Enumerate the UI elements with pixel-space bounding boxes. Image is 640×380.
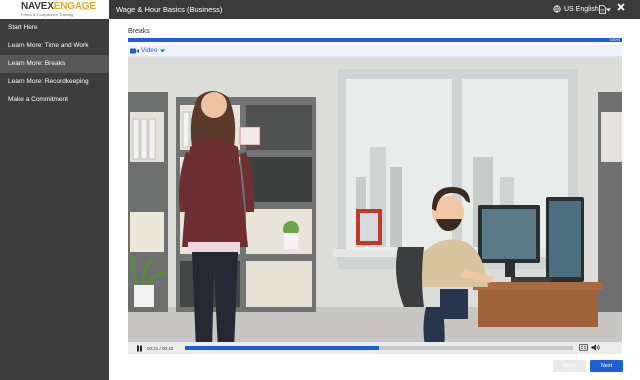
pause-icon <box>136 345 142 351</box>
media-dropdown[interactable]: Video <box>128 45 622 57</box>
resources-button[interactable] <box>599 4 613 15</box>
time-display: 00:21 / 00:42 <box>147 345 174 351</box>
sidebar: Start Here Learn More: Time and Work Lea… <box>0 19 109 380</box>
logo-tagline: Ethics & Compliance Training <box>21 12 74 17</box>
sidebar-item-time-and-work[interactable]: Learn More: Time and Work <box>0 37 109 55</box>
player-controls: 00:21 / 00:42 <box>128 342 622 354</box>
sidebar-item-start-here[interactable]: Start Here <box>0 19 109 37</box>
captions-button[interactable] <box>579 344 589 352</box>
progress-label: 100% <box>609 37 620 42</box>
media-tab-label: Video <box>141 47 158 54</box>
top-bar: NAVEXENGAGE Ethics & Compliance Training… <box>0 0 640 19</box>
seek-bar-played <box>185 346 379 350</box>
video-player[interactable] <box>128 57 622 350</box>
language-label: US English <box>564 5 599 13</box>
next-button[interactable]: Next <box>590 360 623 372</box>
navex-logo: NAVEXENGAGE Ethics & Compliance Training <box>0 0 109 19</box>
progress-fill <box>128 38 622 42</box>
globe-icon <box>553 5 561 13</box>
chevron-down-icon <box>159 49 165 52</box>
sidebar-item-make-a-commitment[interactable]: Make a Commitment <box>0 91 109 109</box>
pause-button[interactable] <box>133 342 145 354</box>
document-icon <box>599 5 606 14</box>
volume-icon <box>591 344 600 351</box>
video-camera-icon <box>130 48 139 53</box>
back-button[interactable]: Back <box>553 360 586 372</box>
captions-icon <box>579 344 588 351</box>
sidebar-item-recordkeeping[interactable]: Learn More: Recordkeeping <box>0 73 109 91</box>
section-title: Breaks <box>128 28 150 35</box>
course-title: Wage & Hour Basics (Business) <box>116 5 223 14</box>
logo-text-navex: NAVEX <box>21 1 54 12</box>
seek-bar[interactable] <box>185 346 573 350</box>
close-button[interactable] <box>616 3 626 15</box>
chevron-down-icon <box>606 8 611 11</box>
sidebar-item-breaks[interactable]: Learn More: Breaks <box>0 55 109 73</box>
main-content: Breaks 100% Video 00:21 / 00:42 Back Nex… <box>109 19 640 380</box>
video-frame <box>128 57 622 350</box>
logo-text-engage: ENGAGE <box>53 1 96 12</box>
close-icon <box>617 3 625 11</box>
progress-bar: 100% <box>128 37 622 42</box>
volume-button[interactable] <box>591 344 601 352</box>
language-selector[interactable]: US English <box>553 5 599 13</box>
